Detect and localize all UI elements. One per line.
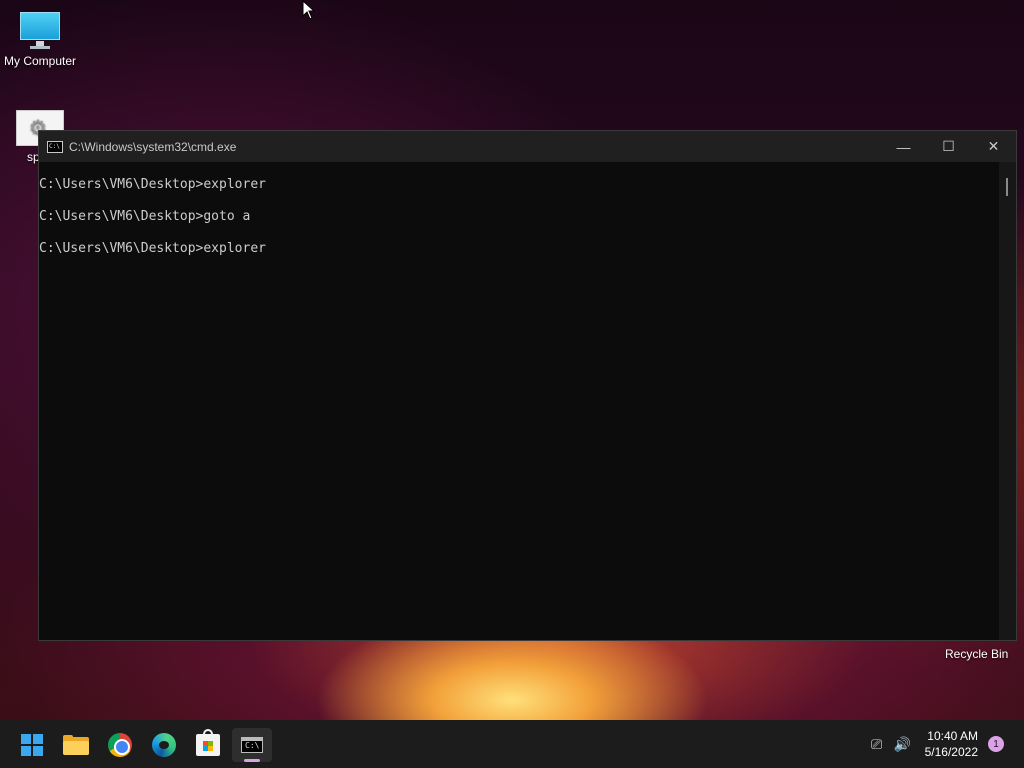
minimize-button[interactable]: — — [881, 131, 926, 162]
folder-icon — [63, 735, 89, 755]
window-title: C:\Windows\system32\cmd.exe — [69, 139, 237, 154]
edge-icon — [152, 733, 176, 757]
console-output[interactable]: C:\Users\VM6\Desktop>explorer C:\Users\V… — [39, 162, 999, 640]
store-icon — [196, 729, 220, 756]
edge-button[interactable] — [144, 728, 184, 762]
store-button[interactable] — [188, 728, 228, 762]
cmd-window: C:\ C:\Windows\system32\cmd.exe — ☐ ✕ C:… — [38, 130, 1017, 641]
cmd-icon: C:\ — [241, 737, 263, 753]
windows-logo-icon — [21, 734, 43, 756]
scrollbar-thumb[interactable] — [1006, 178, 1008, 196]
system-tray: ⎚ 🔊 10:40 AM 5/16/2022 1 — [865, 720, 1024, 768]
console-line: C:\Users\VM6\Desktop>explorer — [39, 241, 266, 256]
vertical-scrollbar[interactable] — [999, 162, 1016, 640]
desktop-icon-my-computer[interactable]: My Computer — [0, 10, 80, 68]
chrome-icon — [108, 733, 132, 757]
file-explorer-button[interactable] — [56, 728, 96, 762]
console-line: C:\Users\VM6\Desktop>goto a — [39, 209, 251, 224]
taskbar: C:\ ⎚ 🔊 10:40 AM 5/16/2022 1 — [0, 720, 1024, 768]
recycle-bin-label[interactable]: Recycle Bin — [945, 647, 1008, 661]
maximize-button[interactable]: ☐ — [926, 131, 971, 162]
mouse-cursor-icon — [302, 0, 316, 20]
cmd-taskbar-button[interactable]: C:\ — [232, 728, 272, 762]
clock[interactable]: 10:40 AM 5/16/2022 — [925, 728, 978, 760]
volume-icon[interactable]: 🔊 — [891, 736, 915, 753]
network-icon[interactable]: ⎚ — [865, 736, 889, 753]
notification-badge[interactable]: 1 — [988, 736, 1004, 752]
window-titlebar[interactable]: C:\ C:\Windows\system32\cmd.exe — ☐ ✕ — [39, 131, 1016, 162]
cmd-window-icon: C:\ — [47, 140, 63, 153]
computer-icon — [18, 10, 62, 50]
start-button[interactable] — [12, 728, 52, 762]
clock-time: 10:40 AM — [927, 729, 978, 743]
console-line: C:\Users\VM6\Desktop>explorer — [39, 177, 266, 192]
chrome-button[interactable] — [100, 728, 140, 762]
close-button[interactable]: ✕ — [971, 131, 1016, 162]
clock-date: 5/16/2022 — [924, 745, 978, 759]
desktop-icon-label: My Computer — [3, 54, 77, 68]
active-app-indicator — [244, 759, 260, 762]
